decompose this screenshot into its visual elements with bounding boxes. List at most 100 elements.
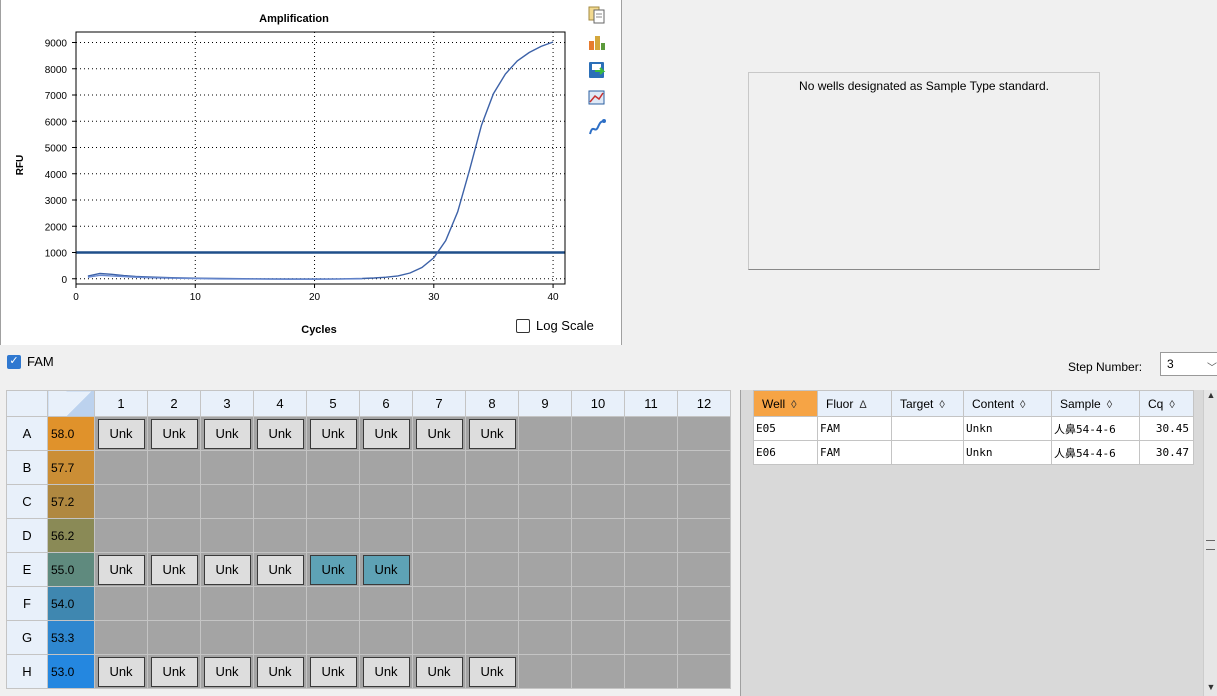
plate-well[interactable] bbox=[624, 484, 678, 519]
plate-well[interactable] bbox=[412, 450, 466, 485]
plate-well[interactable] bbox=[359, 586, 413, 621]
plate-column-header[interactable]: 8 bbox=[465, 390, 519, 417]
plate-row-header[interactable]: B bbox=[6, 450, 48, 485]
plate-well[interactable] bbox=[306, 484, 360, 519]
amplification-trace[interactable] bbox=[87, 41, 554, 280]
plate-well[interactable] bbox=[200, 450, 254, 485]
sort-icon[interactable]: ◊ bbox=[1020, 399, 1025, 411]
plate-well[interactable] bbox=[677, 586, 731, 621]
well-content-label[interactable]: Unk bbox=[150, 554, 198, 585]
plate-column-header[interactable]: 10 bbox=[571, 390, 625, 417]
plate-well[interactable] bbox=[465, 620, 519, 655]
plate-well[interactable] bbox=[306, 620, 360, 655]
scroll-grip[interactable] bbox=[1206, 540, 1215, 550]
plate-well[interactable] bbox=[94, 620, 148, 655]
results-column-header[interactable]: Fluor Δ bbox=[817, 390, 892, 417]
plate-well[interactable] bbox=[412, 518, 466, 553]
results-column-header[interactable]: Cq ◊ bbox=[1139, 390, 1194, 417]
table-row[interactable]: E05 FAM Unkn 人鼻54-4-6 30.45 bbox=[753, 416, 1194, 441]
plate-well[interactable] bbox=[677, 552, 731, 587]
plate-row-header[interactable]: C bbox=[6, 484, 48, 519]
plate-well[interactable] bbox=[200, 518, 254, 553]
plate-well[interactable] bbox=[677, 450, 731, 485]
plate-well[interactable] bbox=[253, 620, 307, 655]
well-content-label[interactable]: Unk bbox=[362, 418, 410, 449]
scroll-down-icon[interactable]: ▼ bbox=[1204, 682, 1217, 696]
plate-well[interactable] bbox=[677, 620, 731, 655]
plate-corner[interactable] bbox=[6, 390, 48, 417]
plate-well[interactable] bbox=[571, 620, 625, 655]
plate-row-header[interactable]: E bbox=[6, 552, 48, 587]
well-content-label[interactable]: Unk bbox=[150, 656, 198, 687]
plate-well[interactable] bbox=[677, 654, 731, 689]
plate-well[interactable] bbox=[359, 484, 413, 519]
plate-well[interactable]: Unk bbox=[359, 654, 413, 689]
export-chart-icon[interactable] bbox=[587, 32, 607, 52]
results-column-header[interactable]: Target ◊ bbox=[891, 390, 964, 417]
plate-well[interactable] bbox=[465, 484, 519, 519]
plate-well[interactable] bbox=[677, 518, 731, 553]
plate-well[interactable] bbox=[571, 450, 625, 485]
plate-well[interactable] bbox=[518, 586, 572, 621]
plate-row-header[interactable]: F bbox=[6, 586, 48, 621]
sort-icon[interactable]: ◊ bbox=[1169, 399, 1174, 411]
well-content-label[interactable]: Unk bbox=[203, 554, 251, 585]
plate-well[interactable]: Unk bbox=[412, 416, 466, 451]
plate-row-header[interactable]: D bbox=[6, 518, 48, 553]
plate-well[interactable] bbox=[253, 484, 307, 519]
plate-well[interactable] bbox=[518, 654, 572, 689]
plate-well[interactable] bbox=[359, 518, 413, 553]
plate-well[interactable]: Unk bbox=[94, 654, 148, 689]
plate-well[interactable]: Unk bbox=[465, 654, 519, 689]
plate-well[interactable] bbox=[465, 552, 519, 587]
plate-well[interactable] bbox=[412, 484, 466, 519]
plate-well[interactable] bbox=[412, 586, 466, 621]
plate-well[interactable]: Unk bbox=[253, 654, 307, 689]
copy-icon[interactable] bbox=[587, 4, 607, 24]
plate-well[interactable] bbox=[94, 484, 148, 519]
plate-well[interactable] bbox=[94, 586, 148, 621]
sort-icon[interactable]: ◊ bbox=[791, 399, 796, 411]
chevron-down-icon[interactable]: ﹀ bbox=[1207, 359, 1217, 374]
scroll-up-icon[interactable]: ▲ bbox=[1204, 390, 1217, 404]
amplification-chart[interactable]: Amplification RFU Cycles 0 1000 2000 3000 40… bbox=[1, 0, 621, 345]
well-content-label[interactable]: Unk bbox=[97, 554, 145, 585]
well-content-label[interactable]: Unk bbox=[362, 554, 410, 585]
plate-well[interactable]: Unk bbox=[359, 416, 413, 451]
plate-column-header[interactable]: 5 bbox=[306, 390, 360, 417]
chart-settings-icon[interactable] bbox=[587, 88, 607, 108]
plate-well[interactable] bbox=[624, 620, 678, 655]
sort-icon[interactable]: Δ bbox=[859, 399, 866, 411]
plate-well[interactable]: Unk bbox=[412, 654, 466, 689]
plate-well[interactable] bbox=[359, 450, 413, 485]
plate-well[interactable] bbox=[677, 484, 731, 519]
plate-well[interactable]: Unk bbox=[465, 416, 519, 451]
plate-well[interactable] bbox=[571, 484, 625, 519]
plate-well[interactable] bbox=[306, 586, 360, 621]
plate-well[interactable] bbox=[147, 518, 201, 553]
plate-well[interactable] bbox=[94, 450, 148, 485]
plate-well[interactable] bbox=[147, 450, 201, 485]
plate-well[interactable] bbox=[465, 518, 519, 553]
plate-well[interactable] bbox=[518, 450, 572, 485]
plate-well[interactable] bbox=[253, 450, 307, 485]
plate-well[interactable]: Unk bbox=[147, 654, 201, 689]
plate-well[interactable] bbox=[359, 620, 413, 655]
plate-well[interactable] bbox=[253, 586, 307, 621]
plate-well[interactable]: Unk bbox=[147, 552, 201, 587]
plate-well[interactable]: Unk bbox=[200, 654, 254, 689]
well-content-label[interactable]: Unk bbox=[309, 418, 357, 449]
well-content-label[interactable]: Unk bbox=[97, 418, 145, 449]
plate-well[interactable] bbox=[677, 416, 731, 451]
well-content-label[interactable]: Unk bbox=[203, 656, 251, 687]
plate-well[interactable]: Unk bbox=[306, 654, 360, 689]
well-content-label[interactable]: Unk bbox=[256, 656, 304, 687]
plate-well[interactable]: Unk bbox=[306, 416, 360, 451]
plate-column-header[interactable]: 2 bbox=[147, 390, 201, 417]
well-content-label[interactable]: Unk bbox=[97, 656, 145, 687]
plate-well[interactable]: Unk bbox=[306, 552, 360, 587]
trace-style-icon[interactable] bbox=[587, 118, 607, 138]
plate-well[interactable] bbox=[147, 586, 201, 621]
plate-well[interactable]: Unk bbox=[253, 416, 307, 451]
plate-well[interactable] bbox=[465, 586, 519, 621]
